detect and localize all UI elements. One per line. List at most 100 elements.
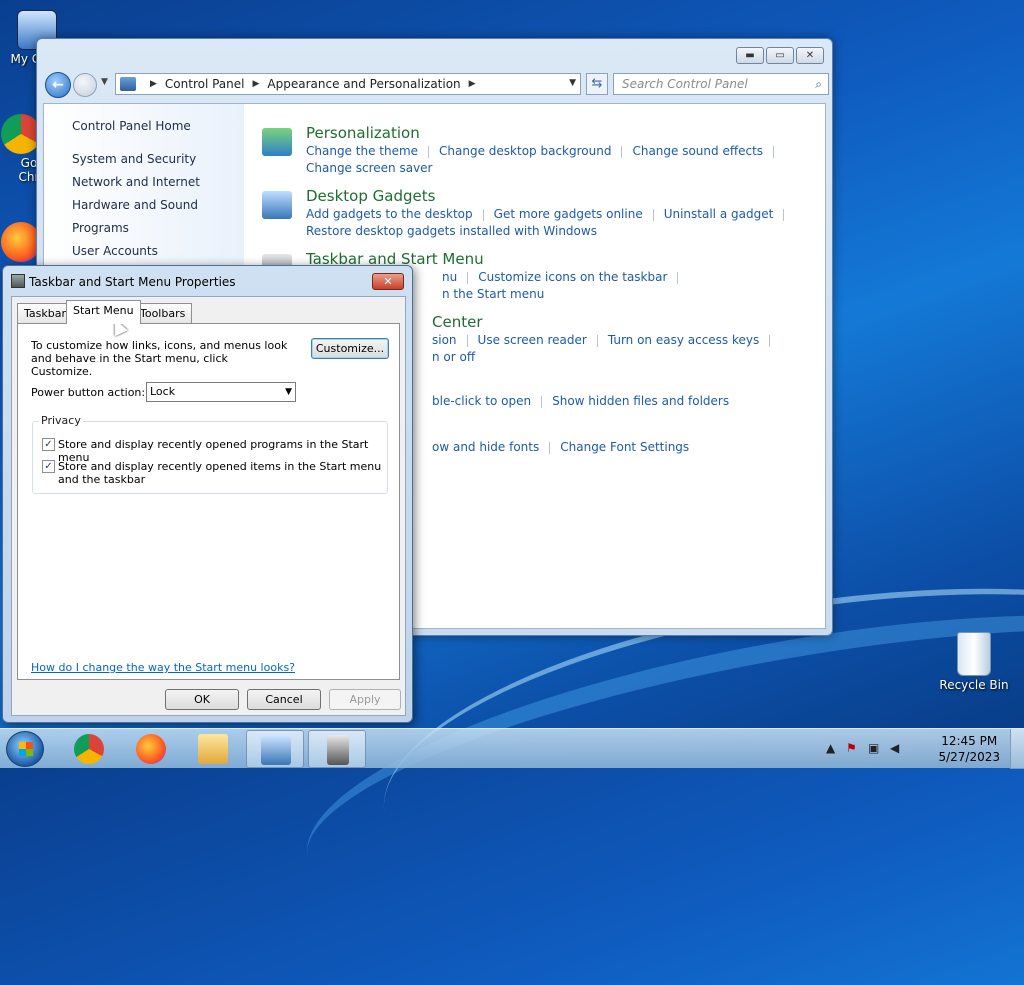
taskbar-firefox[interactable]	[122, 730, 180, 768]
tab-taskbar[interactable]: Taskbar	[17, 303, 73, 323]
address-dropdown-icon[interactable]: ▼	[569, 78, 576, 88]
category-links: n the Start menu	[442, 287, 544, 301]
link-separator	[541, 395, 543, 408]
desktop-icon-recycle-bin[interactable]: Recycle Bin	[939, 632, 1009, 692]
recycle-bin-icon	[957, 632, 991, 676]
search-placeholder: Search Control Panel	[622, 77, 748, 91]
action-center-icon[interactable]: ⚑	[846, 741, 857, 755]
apply-button[interactable]: Apply	[329, 689, 401, 710]
address-bar[interactable]: ▶ Control Panel ▶ Appearance and Persona…	[115, 73, 581, 95]
cancel-button[interactable]: Cancel	[247, 689, 321, 710]
category-links: Restore desktop gadgets installed with W…	[306, 224, 597, 238]
link-separator	[773, 145, 775, 158]
category-title[interactable]: Personalization	[306, 124, 420, 142]
refresh-button[interactable]: ⇆	[586, 73, 608, 95]
category-links: Change the theme Change desktop backgroun…	[306, 144, 784, 158]
chevron-right-icon[interactable]: ▶	[469, 79, 476, 89]
category-links: ble-click to open Show hidden files and f…	[432, 394, 729, 408]
link-high-contrast[interactable]: n or off	[432, 350, 475, 364]
link-separator	[466, 334, 468, 347]
sidebar-item-network[interactable]: Network and Internet	[72, 175, 200, 189]
link-separator	[596, 334, 598, 347]
link-change-font-settings[interactable]: Change Font Settings	[560, 440, 689, 454]
taskbar-control-panel[interactable]	[246, 730, 304, 768]
sidebar-item-home[interactable]: Control Panel Home	[72, 119, 191, 133]
breadcrumb-appearance[interactable]: Appearance and Personalization	[267, 77, 460, 91]
sidebar-item-system-security[interactable]: System and Security	[72, 152, 196, 166]
show-desktop-button[interactable]	[1010, 729, 1024, 769]
help-link[interactable]: How do I change the way the Start menu l…	[31, 661, 295, 674]
link-change-background[interactable]: Change desktop background	[439, 144, 611, 158]
clock[interactable]: 12:45 PM 5/27/2023	[938, 733, 1000, 765]
checkbox-label[interactable]: Store and display recently opened items …	[58, 460, 383, 486]
firefox-icon	[136, 734, 166, 764]
taskbar-chrome[interactable]	[60, 730, 118, 768]
chevron-down-icon: ▼	[285, 387, 292, 397]
link-single-double-click[interactable]: ble-click to open	[432, 394, 531, 408]
ok-button[interactable]: OK	[165, 689, 239, 710]
link-use-screen-reader[interactable]: Use screen reader	[478, 333, 587, 347]
link-restore-gadgets[interactable]: Restore desktop gadgets installed with W…	[306, 224, 597, 238]
category-title[interactable]: Center	[432, 313, 483, 331]
category-links: Add gadgets to the desktop Get more gadge…	[306, 207, 794, 221]
sidebar-item-hardware-sound[interactable]: Hardware and Sound	[72, 198, 198, 212]
folder-icon	[198, 734, 228, 764]
close-button[interactable]: ✕	[796, 47, 824, 64]
privacy-group: Privacy ✓ Store and display recently ope…	[32, 414, 388, 494]
link-customize-taskbar-icons[interactable]: Customize icons on the taskbar	[478, 270, 667, 284]
gadgets-icon	[262, 191, 292, 219]
tab-start-menu[interactable]: Start Menu	[66, 300, 141, 324]
minimize-button[interactable]: ▬	[736, 47, 764, 64]
link-start-menu-pictures[interactable]: n the Start menu	[442, 287, 544, 301]
link-change-screen-saver[interactable]: Change screen saver	[306, 161, 433, 175]
link-easy-access-keys[interactable]: Turn on easy access keys	[608, 333, 759, 347]
recent-programs-checkbox[interactable]: ✓	[42, 438, 55, 451]
link-optimize-vision[interactable]: sion	[432, 333, 457, 347]
chevron-right-icon[interactable]: ▶	[253, 79, 260, 89]
volume-icon[interactable]: ◀	[890, 741, 899, 755]
start-button[interactable]	[6, 731, 44, 767]
link-add-gadgets[interactable]: Add gadgets to the desktop	[306, 207, 473, 221]
link-get-more-gadgets[interactable]: Get more gadgets online	[494, 207, 643, 221]
taskbar-properties-dialog[interactable]	[308, 730, 366, 768]
category-title[interactable]: Desktop Gadgets	[306, 187, 435, 205]
category-links: sion Use screen reader Turn on easy access…	[432, 333, 780, 347]
power-button-select[interactable]: Lock ▼	[146, 382, 296, 402]
sidebar-item-programs[interactable]: Programs	[72, 221, 129, 235]
link-separator	[783, 208, 785, 221]
firefox-icon	[1, 222, 41, 262]
link-change-theme[interactable]: Change the theme	[306, 144, 418, 158]
search-icon[interactable]: ⌕	[815, 74, 822, 94]
taskbar-properties-dialog: Taskbar and Start Menu Properties ✕ Task…	[2, 265, 413, 723]
power-button-value: Lock	[150, 385, 176, 398]
desktop-icon-label: Recycle Bin	[939, 678, 1009, 692]
link-show-hidden-files[interactable]: Show hidden files and folders	[552, 394, 729, 408]
tab-toolbars[interactable]: Toolbars	[133, 303, 193, 323]
dialog-close-button[interactable]: ✕	[372, 273, 404, 290]
maximize-button[interactable]: ▭	[766, 47, 794, 64]
sidebar-item-user-accounts[interactable]: User Accounts	[72, 244, 158, 258]
link-separator	[621, 145, 623, 158]
back-button[interactable]: ←	[45, 72, 71, 98]
recent-items-checkbox[interactable]: ✓	[42, 460, 55, 473]
link-separator	[652, 208, 654, 221]
taskbar-explorer[interactable]	[184, 730, 242, 768]
clock-time: 12:45 PM	[941, 734, 998, 748]
dialog-body: Taskbar Start Menu Toolbars To customize…	[11, 296, 406, 716]
show-hidden-icons-icon[interactable]: ▲	[826, 741, 835, 755]
windows-logo-icon	[19, 742, 33, 756]
customize-description: To customize how links, icons, and menus…	[31, 339, 288, 378]
link-change-sound-effects[interactable]: Change sound effects	[632, 144, 763, 158]
search-input[interactable]: Search Control Panel ⌕	[613, 73, 829, 95]
navigation-bar: ← ▼ ▶ Control Panel ▶ Appearance and Per…	[43, 71, 829, 99]
breadcrumb-control-panel[interactable]: Control Panel	[165, 77, 245, 91]
link-customize-start-menu[interactable]: nu	[442, 270, 457, 284]
link-uninstall-gadget[interactable]: Uninstall a gadget	[664, 207, 774, 221]
network-icon[interactable]: ▣	[868, 741, 879, 755]
forward-button[interactable]	[73, 73, 97, 97]
recent-pages-dropdown[interactable]: ▼	[101, 77, 108, 87]
link-separator	[677, 271, 679, 284]
clock-date: 5/27/2023	[938, 750, 1000, 764]
customize-button[interactable]: Customize...	[311, 338, 389, 359]
link-show-hide-fonts[interactable]: ow and hide fonts	[432, 440, 539, 454]
